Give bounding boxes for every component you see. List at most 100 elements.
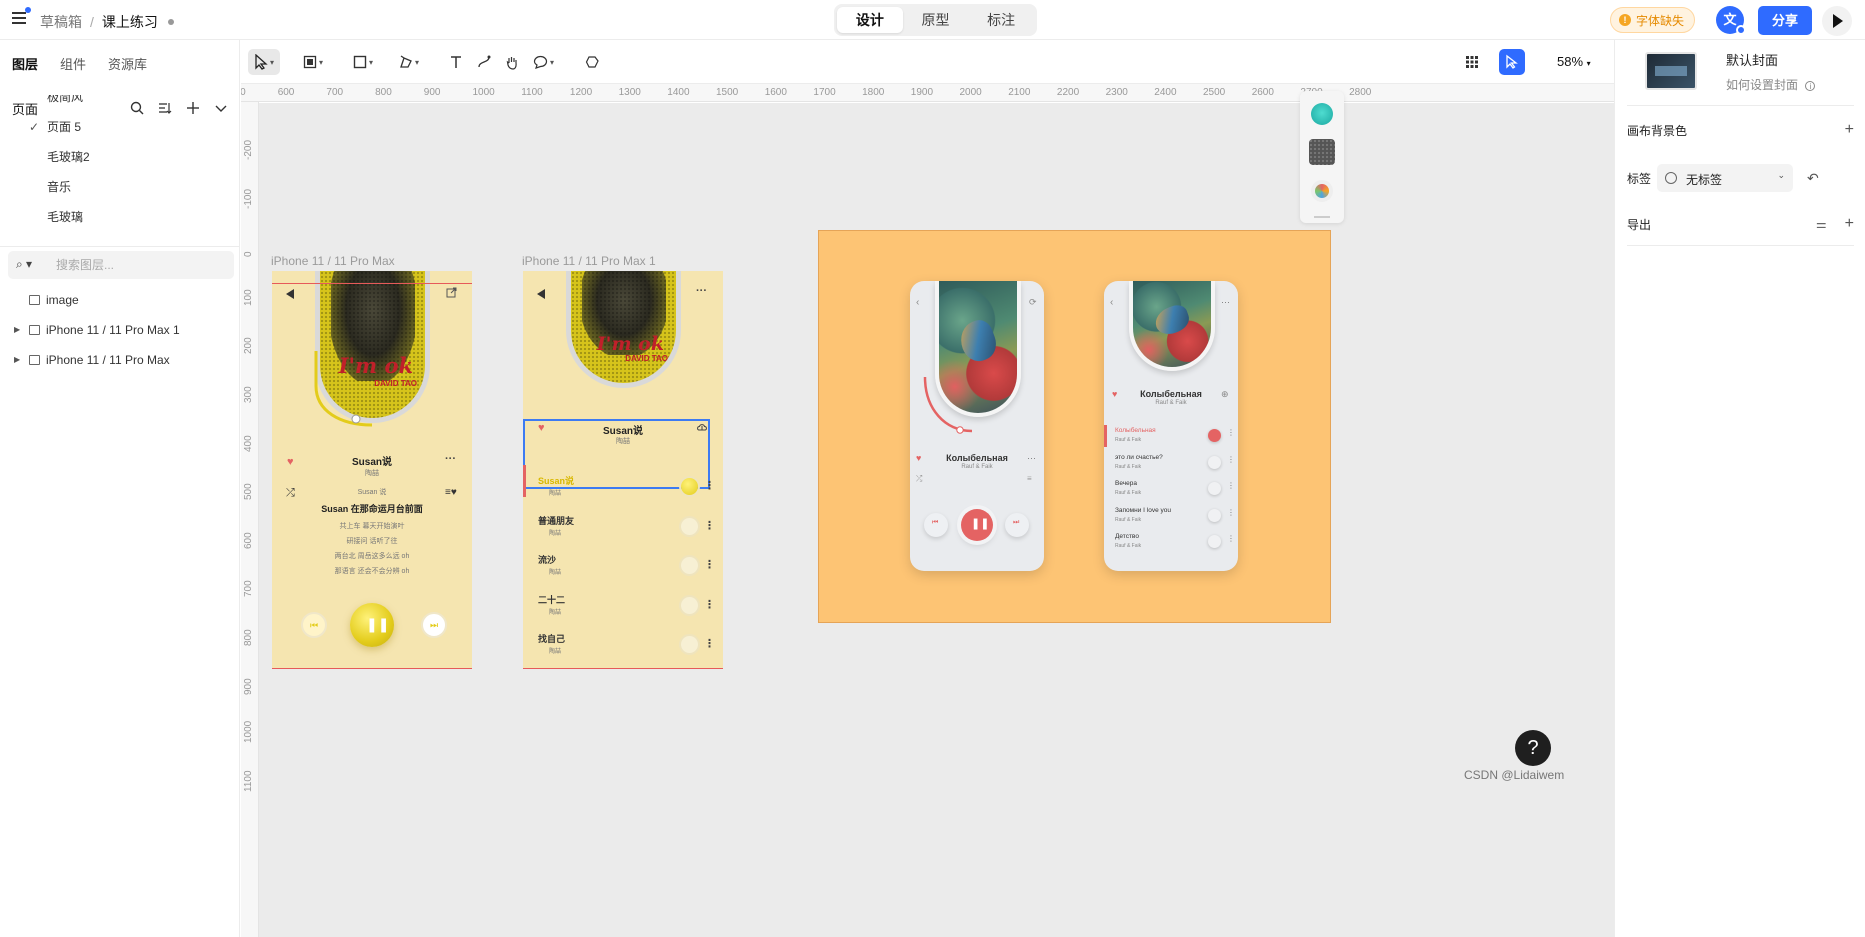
- image-frame[interactable]: ‹ ⟳ ♥ ··· Колыбельная Rauf & Faik ⤮ ≡ ⏮ …: [818, 230, 1331, 623]
- page-item[interactable]: 极简风: [0, 95, 240, 112]
- track-row[interactable]: 流沙 陶喆 ⋮: [523, 536, 723, 576]
- track-play-button[interactable]: [681, 517, 698, 535]
- track-play-button[interactable]: [681, 636, 698, 653]
- file-name[interactable]: 课上练习: [102, 12, 158, 32]
- more-vertical-icon[interactable]: ⋮: [704, 637, 715, 650]
- plugin-texture-icon[interactable]: [1309, 139, 1335, 165]
- tab-design[interactable]: 设计: [837, 7, 903, 33]
- expand-icon[interactable]: ▶: [14, 315, 20, 345]
- track-play-button[interactable]: [681, 596, 698, 614]
- ruler-tick: 500: [243, 483, 254, 501]
- plugin-mascot-icon[interactable]: [1311, 103, 1333, 125]
- pen-tool[interactable]: ▾: [399, 49, 419, 75]
- palette-handle[interactable]: [1314, 216, 1330, 218]
- phone-frame-playlist[interactable]: I'm ok DAVID TAO ··· ♥ Susan说 陶喆 Susan说陶…: [523, 271, 723, 669]
- rectangle-icon: [353, 55, 367, 69]
- track-play-button[interactable]: [681, 557, 698, 574]
- back-icon[interactable]: [537, 289, 545, 299]
- help-button[interactable]: ?: [1515, 730, 1551, 766]
- more-icon[interactable]: ···: [696, 285, 707, 297]
- left-panel: 图层 组件 资源库 页面 极简风 ✓页面 5 毛玻璃2 音乐 毛玻璃 ⌕ ▾ i…: [0, 40, 240, 937]
- breadcrumb-parent[interactable]: 草稿箱: [40, 12, 82, 32]
- track-row[interactable]: 找自己 陶喆 ⋮: [523, 615, 723, 655]
- move-tool[interactable]: ▾: [248, 49, 281, 75]
- mock-track-title: это ли счастье?: [1115, 453, 1163, 461]
- frame-label[interactable]: iPhone 11 / 11 Pro Max 1: [522, 254, 656, 268]
- ruler-tick: 900: [423, 87, 441, 98]
- next-button[interactable]: ⏭: [1005, 513, 1029, 537]
- plugin-tool[interactable]: [585, 49, 600, 75]
- page-item-active[interactable]: ✓ 页面 5: [0, 112, 240, 142]
- more-vertical-icon: ⋮: [1227, 507, 1235, 517]
- track-row[interactable]: 二十二 陶喆 ⋮: [523, 576, 723, 616]
- page-item[interactable]: 毛玻璃: [0, 202, 240, 232]
- cover-thumbnail[interactable]: [1645, 52, 1697, 90]
- expand-icon[interactable]: ▶: [14, 345, 20, 375]
- track-row[interactable]: Susan说 陶喆 ⋮: [523, 457, 723, 497]
- page-item[interactable]: 音乐: [0, 172, 240, 202]
- tab-assets[interactable]: 资源库: [108, 54, 147, 73]
- phone-frame-player[interactable]: I'm ok DAVID TAO ♥ ··· Susan说 陶喆 ⤮ ≡♥ Su…: [272, 271, 472, 669]
- tab-layers[interactable]: 图层: [12, 54, 38, 73]
- layer-item[interactable]: ▶ iPhone 11 / 11 Pro Max 1: [0, 315, 240, 345]
- shape-tool[interactable]: ▾: [353, 49, 373, 75]
- zoom-level[interactable]: 58% ▾: [1557, 54, 1591, 69]
- back-icon[interactable]: ‹: [1110, 297, 1113, 308]
- album-signature-sub: DAVID TAO: [625, 354, 668, 363]
- prev-button[interactable]: ⏮: [924, 513, 948, 537]
- export-settings-icon[interactable]: ⚌: [1816, 217, 1827, 231]
- layer-item[interactable]: ▶ iPhone 11 / 11 Pro Max: [0, 345, 240, 375]
- frame-tool[interactable]: ▾: [303, 49, 323, 75]
- menu-icon[interactable]: [12, 12, 28, 28]
- share-icon[interactable]: [446, 287, 457, 298]
- download-cloud-icon[interactable]: [696, 422, 708, 432]
- font-missing-badge[interactable]: ! 字体缺失: [1610, 7, 1696, 33]
- share-button[interactable]: 分享: [1758, 6, 1812, 35]
- reset-icon[interactable]: ↶: [1807, 170, 1819, 187]
- grid-view-toggle[interactable]: [1465, 49, 1479, 75]
- more-vertical-icon[interactable]: ⋮: [704, 519, 715, 532]
- pause-button[interactable]: ❚❚: [350, 603, 394, 647]
- tab-components[interactable]: 组件: [60, 54, 86, 73]
- share-icon[interactable]: ⟳: [1029, 297, 1037, 308]
- mock-track-row: это ли счастье? Rauf & Faik ⋮: [1104, 450, 1238, 474]
- prev-button[interactable]: ⏮: [301, 612, 327, 638]
- pause-button[interactable]: ❚❚: [961, 509, 993, 541]
- tag-select[interactable]: 无标签 ⌄: [1657, 164, 1793, 192]
- ruler-tick: 400: [243, 434, 254, 452]
- plugin-palette-icon[interactable]: [1311, 180, 1333, 202]
- playlist-icon[interactable]: ≡: [1027, 474, 1032, 483]
- more-icon[interactable]: ···: [1221, 297, 1230, 307]
- tab-prototype[interactable]: 原型: [903, 7, 969, 33]
- ruler-tick: 2000: [959, 87, 982, 98]
- layer-item[interactable]: image: [0, 285, 240, 315]
- page-item[interactable]: 毛玻璃2: [0, 142, 240, 172]
- more-vertical-icon[interactable]: ⋮: [704, 558, 715, 571]
- back-icon[interactable]: [286, 289, 294, 299]
- ruler-tick: 500: [241, 87, 246, 98]
- layer-search-input[interactable]: [56, 255, 226, 275]
- ruler-tick: 600: [243, 532, 254, 549]
- smart-select-button[interactable]: [1499, 49, 1525, 75]
- back-icon[interactable]: ‹: [916, 297, 919, 308]
- more-vertical-icon[interactable]: ⋮: [704, 479, 715, 492]
- text-tool[interactable]: [449, 49, 463, 75]
- cover-help-link[interactable]: 如何设置封面 i: [1726, 76, 1816, 93]
- unsaved-dot: [167, 19, 174, 25]
- shuffle-icon[interactable]: ⤮: [916, 474, 922, 484]
- connector-tool[interactable]: [477, 49, 491, 75]
- more-vertical-icon[interactable]: ⋮: [704, 598, 715, 611]
- tab-annotate[interactable]: 标注: [968, 7, 1034, 33]
- track-pause-button[interactable]: [681, 478, 698, 495]
- preview-play-button[interactable]: [1822, 6, 1852, 36]
- mock-player-a: ‹ ⟳ ♥ ··· Колыбельная Rauf & Faik ⤮ ≡ ⏮ …: [910, 281, 1044, 571]
- add-icon[interactable]: +: [1845, 121, 1854, 139]
- track-row[interactable]: 普通朋友 陶喆 ⋮: [523, 497, 723, 537]
- hand-tool[interactable]: [505, 49, 519, 75]
- comment-tool[interactable]: ▾: [533, 49, 554, 75]
- next-button[interactable]: ⏭: [421, 612, 447, 638]
- add-icon[interactable]: +: [1845, 215, 1854, 233]
- chevron-down-icon: ⌄: [1777, 170, 1785, 180]
- frame-label[interactable]: iPhone 11 / 11 Pro Max: [271, 254, 395, 268]
- ruler-tick: 2500: [1203, 87, 1226, 98]
